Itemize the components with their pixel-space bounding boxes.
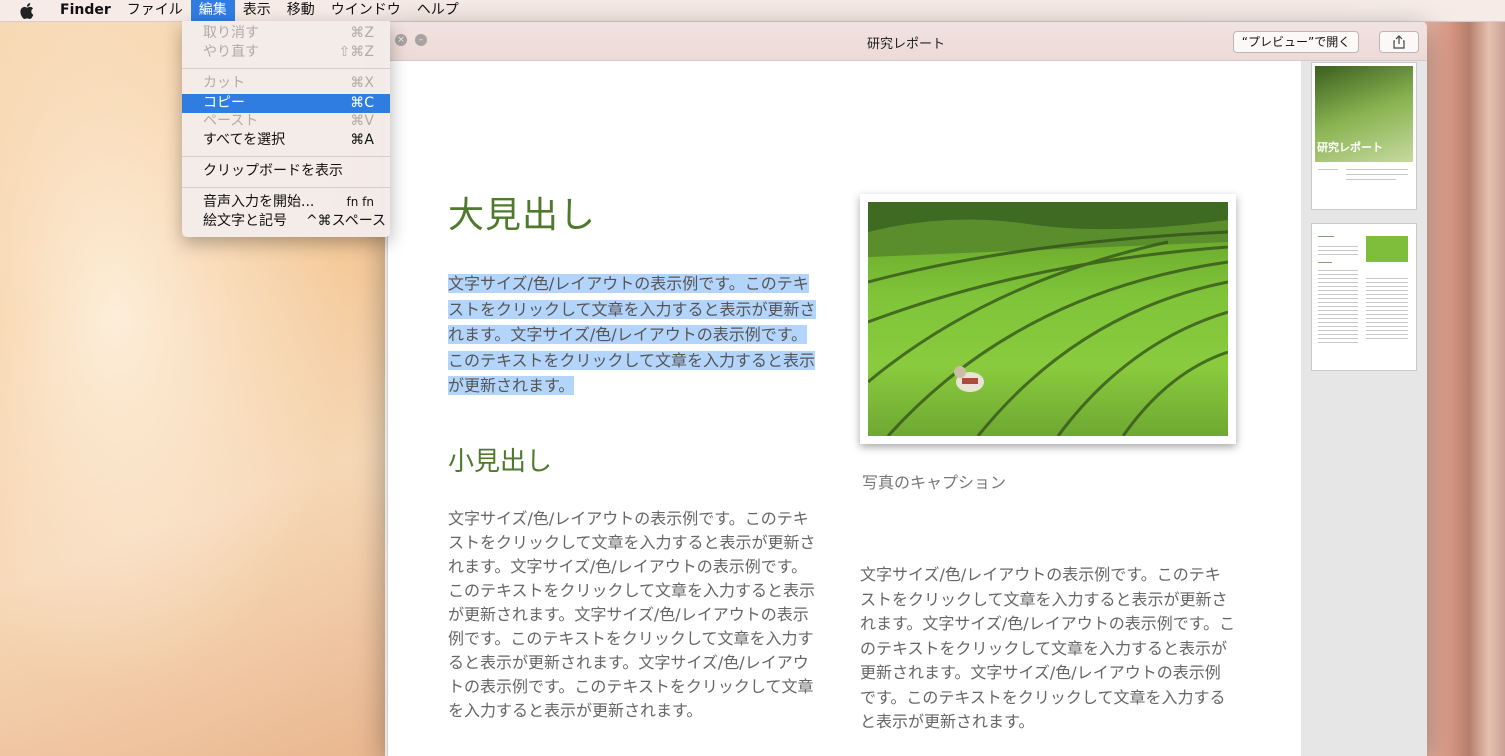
menu-item-select-all[interactable]: すべてを選択 ⌘A bbox=[182, 131, 390, 150]
desktop-wallpaper-edge bbox=[1425, 20, 1505, 756]
menu-edit[interactable]: 編集 bbox=[190, 0, 235, 21]
thumbnail-title: 研究レポート bbox=[1317, 141, 1383, 154]
tea-field-photo bbox=[868, 202, 1228, 436]
document-window: × – 研究レポート “プレビュー”で開く 大見出し 文字サイズ/色/レイアウト… bbox=[385, 22, 1427, 756]
page-subheading[interactable]: 小見出し bbox=[448, 441, 552, 478]
menu-item-start-dictation[interactable]: 音声入力を開始... fn fn bbox=[182, 193, 390, 212]
menu-file[interactable]: ファイル bbox=[119, 0, 191, 21]
page-heading[interactable]: 大見出し bbox=[448, 186, 596, 238]
edit-menu-dropdown: 取り消す ⌘Z やり直す ⇧⌘Z カット ⌘X コピー ⌘C ペースト ⌘V す… bbox=[182, 21, 390, 237]
page-thumbnails: 研究レポート bbox=[1301, 61, 1427, 756]
menu-separator bbox=[182, 68, 390, 69]
menu-separator bbox=[182, 156, 390, 157]
thumbnail-photo-2 bbox=[1366, 236, 1408, 262]
share-icon bbox=[1393, 35, 1405, 49]
menu-view[interactable]: 表示 bbox=[235, 0, 279, 21]
selected-paragraph[interactable]: 文字サイズ/色/レイアウトの表示例です。このテキストをクリックして文章を入力する… bbox=[448, 271, 822, 399]
selected-text[interactable]: 文字サイズ/色/レイアウトの表示例です。このテキストをクリックして文章を入力する… bbox=[448, 274, 816, 395]
right-body-text[interactable]: 文字サイズ/色/レイアウトの表示例です。このテキストをクリックして文章を入力する… bbox=[860, 563, 1236, 735]
menu-finder[interactable]: Finder bbox=[52, 0, 119, 21]
photo-frame[interactable] bbox=[860, 194, 1236, 444]
open-in-preview-button[interactable]: “プレビュー”で開く bbox=[1233, 31, 1359, 53]
menu-item-cut[interactable]: カット ⌘X bbox=[182, 74, 390, 93]
menu-help[interactable]: ヘルプ bbox=[409, 0, 467, 21]
thumbnail-page-2[interactable] bbox=[1311, 223, 1417, 371]
menu-go[interactable]: 移動 bbox=[279, 0, 323, 21]
menu-item-copy[interactable]: コピー ⌘C bbox=[182, 94, 390, 113]
apple-icon[interactable] bbox=[18, 2, 36, 20]
menu-separator bbox=[182, 187, 390, 188]
left-body-text[interactable]: 文字サイズ/色/レイアウトの表示例です。このテキストをクリックして文章を入力する… bbox=[448, 507, 822, 723]
menu-item-show-clipboard[interactable]: クリップボードを表示 bbox=[182, 162, 390, 181]
photo-caption[interactable]: 写真のキャプション bbox=[862, 469, 1006, 493]
menu-item-redo[interactable]: やり直す ⇧⌘Z bbox=[182, 43, 390, 62]
preview-area: 大見出し 文字サイズ/色/レイアウトの表示例です。このテキストをクリックして文章… bbox=[385, 61, 1427, 756]
menu-window[interactable]: ウインドウ bbox=[323, 0, 409, 21]
thumbnail-page-1[interactable]: 研究レポート bbox=[1311, 62, 1417, 210]
share-button[interactable] bbox=[1379, 31, 1419, 53]
menu-item-paste[interactable]: ペースト ⌘V bbox=[182, 112, 390, 131]
menu-item-undo[interactable]: 取り消す ⌘Z bbox=[182, 24, 390, 43]
document-page[interactable]: 大見出し 文字サイズ/色/レイアウトの表示例です。このテキストをクリックして文章… bbox=[387, 61, 1301, 756]
title-bar: × – 研究レポート “プレビュー”で開く bbox=[385, 22, 1427, 61]
menu-bar: Finder ファイル 編集 表示 移動 ウインドウ ヘルプ bbox=[0, 0, 1505, 22]
menu-item-emoji-symbols[interactable]: 絵文字と記号 ^⌘スペース bbox=[182, 212, 390, 231]
